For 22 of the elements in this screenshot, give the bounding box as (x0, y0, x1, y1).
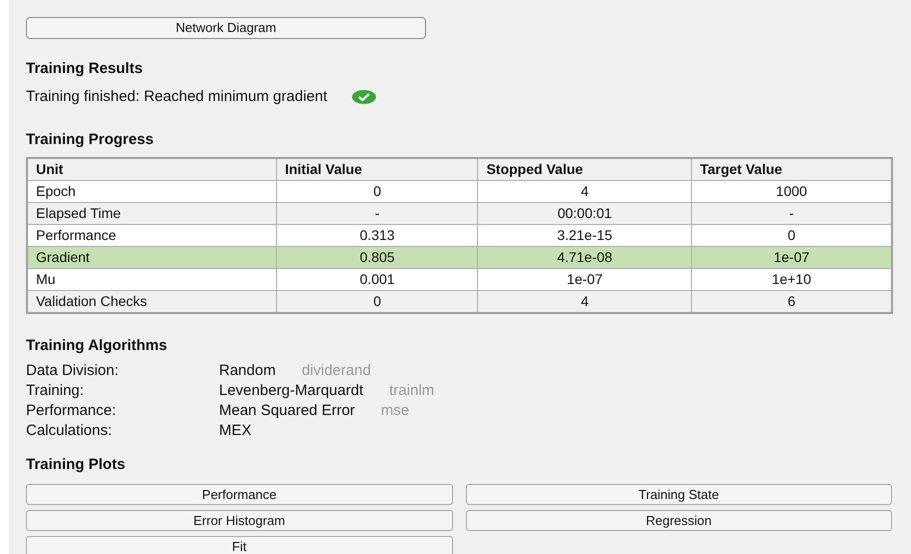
network-diagram-button[interactable]: Network Diagram (26, 17, 426, 38)
algorithm-value: Levenberg-Marquardt (219, 380, 364, 400)
plot-button[interactable]: Performance (26, 484, 452, 505)
algorithm-label: Training: (26, 380, 85, 400)
plot-button[interactable]: Training State (466, 484, 892, 505)
algorithm-label: Data Division: (26, 360, 120, 380)
function-name: dividerand (302, 360, 371, 380)
section-heading: Training Results (26, 58, 144, 78)
section-heading: Training Plots (26, 454, 126, 474)
algorithm-value: Random (219, 360, 276, 380)
algorithm-value: MEX (219, 420, 252, 440)
section-heading: Training Progress (26, 130, 155, 150)
plot-button[interactable]: Error Histogram (26, 510, 452, 531)
algorithm-label: Calculations: (26, 420, 113, 440)
function-name: mse (380, 400, 410, 420)
plot-button[interactable]: Regression (466, 510, 892, 531)
section-heading: Training Algorithms (26, 336, 168, 356)
plot-button[interactable]: Fit (26, 536, 452, 554)
algorithm-label: Performance: (26, 400, 118, 420)
algorithm-value: Mean Squared Error (219, 400, 355, 420)
function-name: trainlm (389, 380, 434, 400)
status-message: Training finished: Reached minimum gradient (26, 87, 328, 107)
